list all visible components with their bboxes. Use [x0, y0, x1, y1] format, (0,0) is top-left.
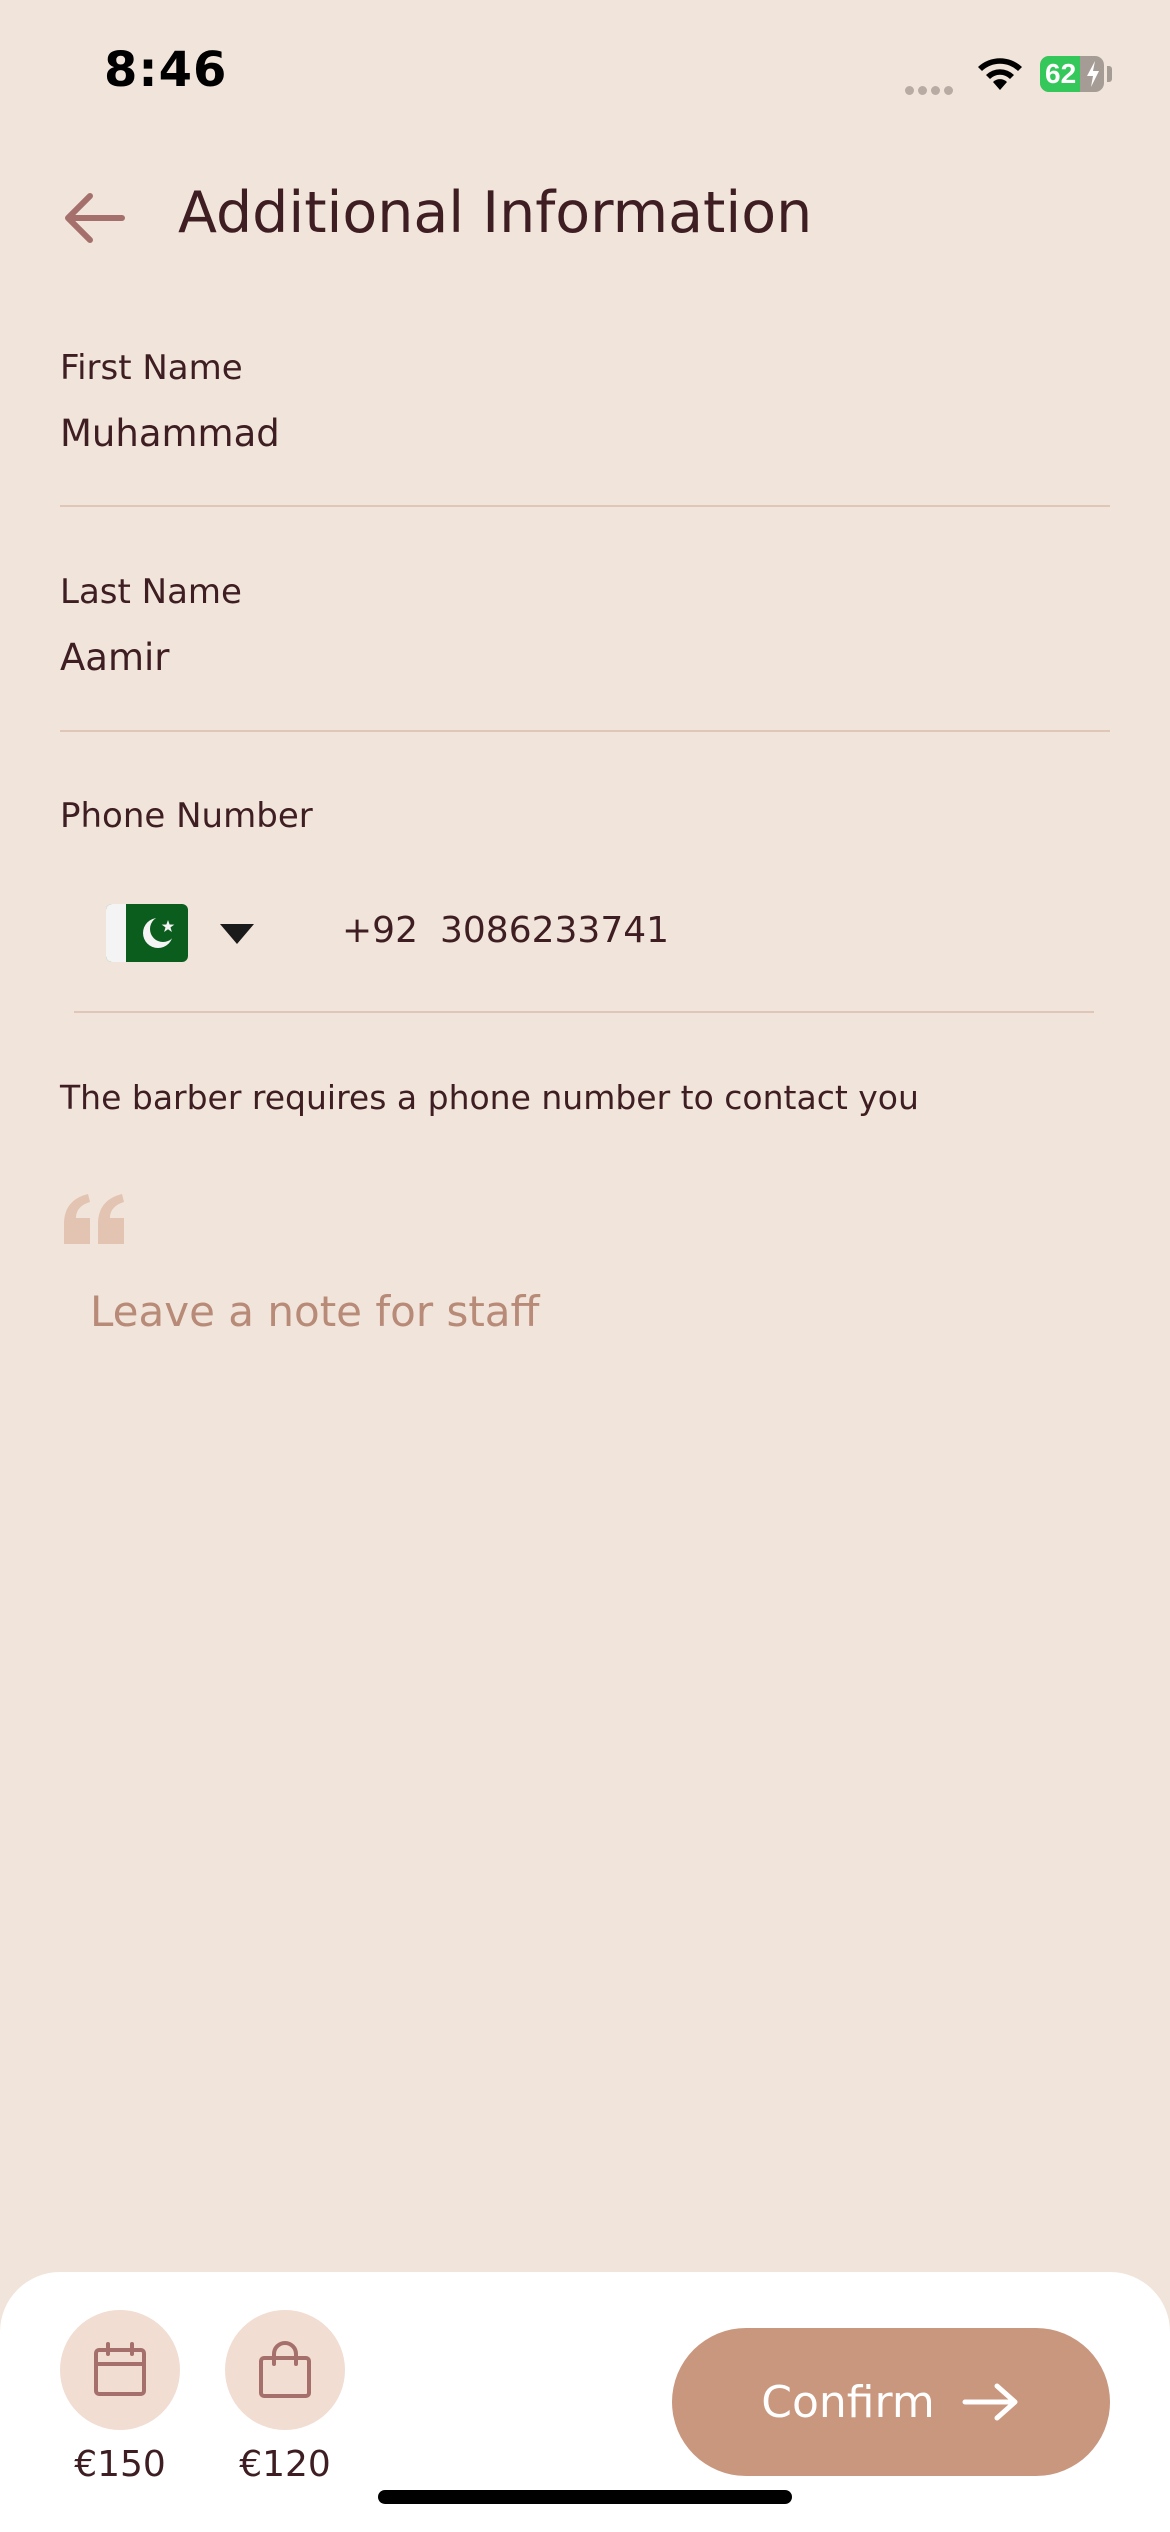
appointment-summary[interactable]: €150: [59, 2310, 181, 2485]
calendar-icon: [94, 2342, 146, 2396]
cart-price: €120: [239, 2444, 331, 2485]
home-indicator: [378, 2490, 792, 2504]
shopping-bag-button[interactable]: [225, 2310, 345, 2430]
dial-code: +92: [342, 910, 418, 951]
staff-note-input[interactable]: [90, 1276, 1090, 1346]
status-time: 8:46: [104, 42, 228, 98]
last-name-label: Last Name: [60, 572, 242, 612]
arrow-left-icon: [65, 193, 125, 243]
confirm-label: Confirm: [761, 2376, 935, 2428]
chevron-down-icon: [220, 924, 254, 944]
phone-number-label: Phone Number: [60, 796, 313, 836]
first-name-label: First Name: [60, 348, 243, 388]
first-name-field[interactable]: Muhammad: [60, 412, 280, 455]
phone-number-input[interactable]: [440, 900, 1080, 960]
last-name-divider: [60, 730, 1110, 732]
quote-icon: [64, 1194, 124, 1244]
wifi-icon: [978, 58, 1022, 90]
shopping-bag-icon: [259, 2341, 311, 2398]
calendar-button[interactable]: [60, 2310, 180, 2430]
confirm-button[interactable]: Confirm: [672, 2328, 1110, 2476]
charging-bolt-icon: [1087, 61, 1099, 87]
last-name-field[interactable]: Aamir: [60, 636, 170, 679]
battery-cap: [1107, 66, 1112, 82]
phone-helper-text: The barber requires a phone number to co…: [60, 1078, 919, 1117]
arrow-right-icon: [962, 2383, 1018, 2421]
page-title: Additional Information: [178, 180, 813, 246]
cellular-signal-icon: [905, 80, 957, 99]
cart-summary[interactable]: €120: [224, 2310, 346, 2485]
appointment-price: €150: [74, 2444, 166, 2485]
pakistan-flag-icon: [106, 904, 188, 962]
battery-level: 62: [1045, 58, 1077, 89]
country-code-picker[interactable]: [106, 898, 266, 968]
first-name-divider: [60, 505, 1110, 507]
status-bar: 8:46 62: [0, 0, 1170, 150]
battery-icon: 62: [1040, 56, 1104, 92]
back-button[interactable]: [58, 186, 134, 250]
phone-divider: [74, 1011, 1094, 1013]
